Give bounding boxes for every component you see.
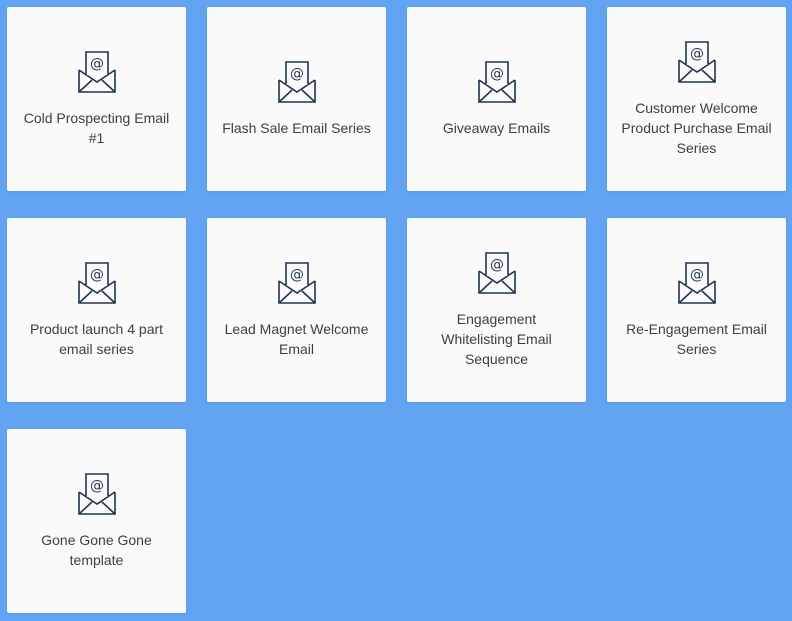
email-icon: @	[677, 41, 716, 83]
template-title: Cold Prospecting Email #1	[23, 110, 170, 146]
email-icon: @	[477, 61, 516, 103]
email-icon: @	[77, 262, 116, 304]
svg-text:@: @	[490, 66, 504, 82]
template-card[interactable]: @ Customer Welcome Product Purchase Emai…	[607, 7, 786, 191]
svg-text:@: @	[690, 267, 704, 283]
svg-text:@: @	[90, 478, 104, 494]
svg-text:@: @	[90, 56, 104, 72]
template-title: Engagement Whitelisting Email Sequence	[441, 311, 552, 367]
svg-text:@: @	[290, 267, 304, 283]
template-card[interactable]: @ Re-Engagement Email Series	[607, 218, 786, 402]
template-card[interactable]: @ Engagement Whitelisting Email Sequence	[407, 218, 586, 402]
template-title: Giveaway Emails	[442, 120, 551, 136]
email-icon: @	[277, 262, 316, 304]
svg-text:@: @	[290, 66, 304, 82]
svg-text:@: @	[90, 267, 104, 283]
template-card[interactable]: @ Cold Prospecting Email #1	[7, 7, 186, 191]
email-icon: @	[77, 473, 116, 515]
template-title: Lead Magnet Welcome Email	[224, 321, 369, 357]
svg-text:@: @	[690, 46, 704, 62]
email-icon: @	[677, 262, 716, 304]
template-title: Flash Sale Email Series	[222, 120, 371, 136]
template-title: Re-Engagement Email Series	[626, 321, 767, 357]
template-card[interactable]: @ Gone Gone Gone template	[7, 429, 186, 613]
template-card[interactable]: @ Flash Sale Email Series	[207, 7, 386, 191]
template-grid: @ Cold Prospecting Email #1 @ Flash Sale…	[7, 7, 786, 613]
svg-text:@: @	[490, 257, 504, 273]
template-card[interactable]: @ Lead Magnet Welcome Email	[207, 218, 386, 402]
email-icon: @	[77, 51, 116, 93]
email-icon: @	[477, 252, 516, 294]
template-card[interactable]: @ Giveaway Emails	[407, 7, 586, 191]
template-title: Product launch 4 part email series	[29, 321, 164, 357]
template-card[interactable]: @ Product launch 4 part email series	[7, 218, 186, 402]
template-title: Gone Gone Gone template	[41, 532, 152, 568]
email-icon: @	[277, 61, 316, 103]
template-title: Customer Welcome Product Purchase Email …	[621, 100, 772, 156]
